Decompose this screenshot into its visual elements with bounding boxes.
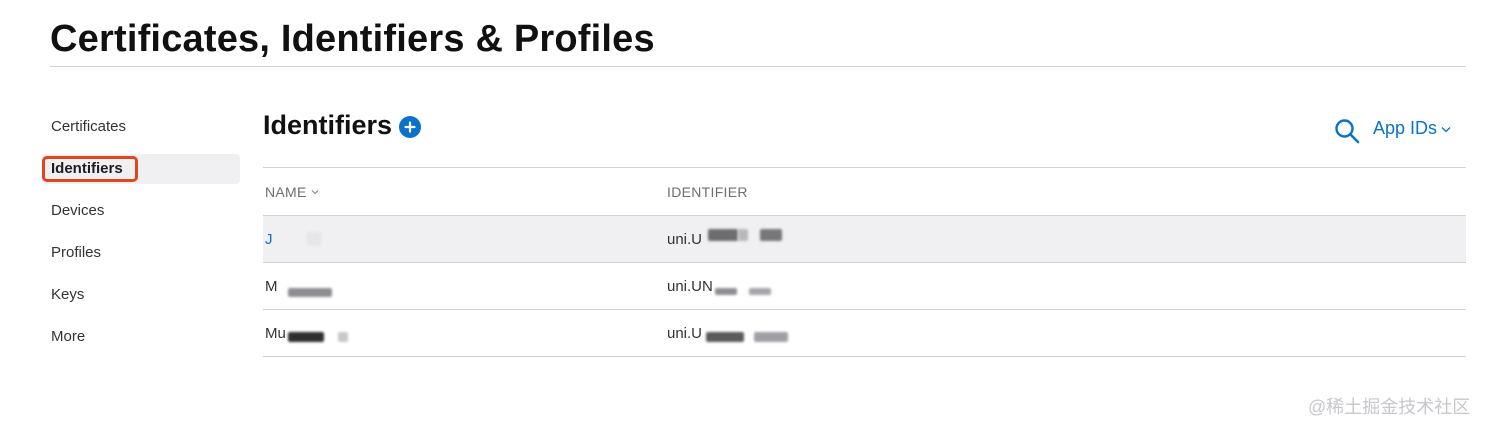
- plus-circle-icon: [404, 121, 416, 133]
- sidebar-item-label: Profiles: [51, 244, 102, 261]
- chevron-down-icon: [311, 190, 319, 195]
- add-identifier-button[interactable]: [399, 116, 422, 138]
- search-button[interactable]: [1333, 117, 1361, 145]
- table-row[interactable]: M uni.UN: [263, 263, 1466, 310]
- sidebar-item-devices[interactable]: Devices: [42, 196, 240, 226]
- redacted-text: [337, 332, 348, 342]
- sidebar-item-more[interactable]: More: [42, 322, 240, 352]
- table-row[interactable]: J uni.U: [263, 216, 1466, 263]
- redacted-text: [306, 232, 321, 246]
- sidebar-item-label: Identifiers: [51, 160, 123, 177]
- column-header-identifier[interactable]: IDENTIFIER: [665, 184, 748, 200]
- table-header: NAME IDENTIFIER: [263, 168, 1466, 216]
- section-header: Identifiers: [263, 110, 422, 141]
- identifier-value-text: uni.U: [667, 230, 703, 248]
- sidebar-item-certificates[interactable]: Certificates: [42, 112, 240, 142]
- redacted-text: [754, 332, 789, 342]
- identifier-type-value: App IDs: [1373, 118, 1438, 138]
- identifiers-table: NAME IDENTIFIER J uni.U M uni.UN Mu uni.…: [263, 168, 1466, 357]
- identifier-value-text: uni.U: [667, 324, 703, 342]
- identifier-value: uni.UN: [665, 278, 771, 295]
- search-icon: [1335, 119, 1360, 144]
- identifier-name: M: [263, 276, 665, 297]
- sidebar: Certificates Identifiers Devices Profile…: [42, 112, 240, 364]
- column-header-name[interactable]: NAME: [263, 184, 665, 200]
- chevron-down-icon: [1441, 127, 1451, 133]
- identifier-value: uni.U: [665, 324, 789, 342]
- page-title: Certificates, Identifiers & Profiles: [50, 18, 655, 60]
- redacted-text: [287, 287, 332, 297]
- title-divider: [50, 66, 1466, 67]
- identifier-name: Mu: [263, 324, 665, 342]
- column-header-label: NAME: [265, 183, 307, 200]
- sidebar-item-label: Certificates: [51, 118, 127, 135]
- table-row[interactable]: Mu uni.U: [263, 310, 1466, 357]
- redacted-text: [287, 332, 324, 342]
- identifier-name-text: Mu: [265, 324, 286, 342]
- sidebar-item-label: More: [51, 328, 86, 345]
- column-header-label: IDENTIFIER: [667, 183, 748, 200]
- sidebar-item-identifiers[interactable]: Identifiers: [42, 154, 240, 184]
- sidebar-item-profiles[interactable]: Profiles: [42, 238, 240, 268]
- sidebar-item-label: Devices: [51, 202, 105, 219]
- identifier-name-text: M: [265, 277, 278, 295]
- redacted-text: [708, 229, 739, 241]
- identifier-value-text: uni.UN: [667, 277, 713, 295]
- redacted-text: [760, 229, 783, 241]
- sidebar-item-keys[interactable]: Keys: [42, 280, 240, 310]
- section-title: Identifiers: [263, 110, 393, 140]
- identifier-name-text: J: [265, 230, 273, 248]
- redacted-text: [706, 332, 745, 342]
- sidebar-item-label: Keys: [51, 286, 85, 303]
- identifier-value: uni.U: [665, 229, 783, 248]
- redacted-text: [748, 287, 771, 295]
- watermark: @稀土掘金技术社区: [1308, 397, 1471, 417]
- identifier-name: J: [263, 231, 665, 248]
- redacted-text: [738, 229, 749, 241]
- redacted-text: [714, 287, 737, 295]
- identifier-type-select[interactable]: App IDs: [1373, 118, 1451, 139]
